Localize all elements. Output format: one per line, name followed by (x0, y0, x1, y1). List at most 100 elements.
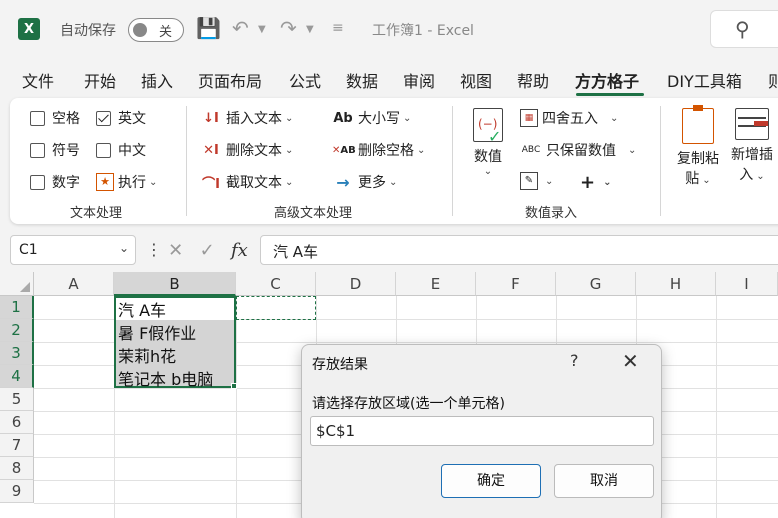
plus-button[interactable]: + ⌄ (580, 172, 611, 193)
tab-file[interactable]: 文件 (22, 68, 54, 92)
tab-diy-toolbox[interactable]: DIY工具箱 (667, 68, 742, 92)
tab-home[interactable]: 开始 (84, 68, 116, 92)
search-icon: ⚲ (735, 17, 750, 41)
row-header-4[interactable]: 4 (0, 365, 34, 388)
clipboard-icon (682, 105, 714, 144)
row-header-1[interactable]: 1 (0, 296, 34, 319)
case-label: 大小写 (358, 111, 400, 127)
tab-page-layout[interactable]: 页面布局 (198, 68, 262, 92)
tab-view[interactable]: 视图 (460, 68, 492, 92)
more-label: 更多 (358, 175, 386, 191)
chevron-down-icon: ⌄ (403, 112, 412, 124)
checkbox-symbol[interactable]: 符号 (30, 140, 80, 160)
execute-button[interactable]: ★ 执行 ⌄ (96, 172, 157, 192)
group-separator (186, 106, 187, 216)
new-insert-button[interactable]: 新增插 入 ⌄ (726, 108, 778, 184)
extract-text-label: 截取文本 (226, 175, 282, 191)
delete-text-label: 删除文本 (226, 143, 282, 159)
column-header-f[interactable]: F (476, 272, 556, 296)
insert-text-button[interactable]: ↓I 插入文本 ⌄ (200, 108, 293, 128)
cell-b1[interactable]: 汽 A车 (118, 297, 166, 321)
chevron-down-icon: ⌄ (545, 175, 554, 187)
formula-value: 汽 A车 (273, 243, 319, 261)
redo-icon[interactable]: ↷ (280, 16, 297, 40)
row-header-5[interactable]: 5 (0, 388, 34, 411)
insert-function-icon[interactable]: fx (231, 240, 248, 261)
tab-review[interactable]: 审阅 (403, 68, 435, 92)
delete-text-button[interactable]: ✕I 删除文本 ⌄ (200, 140, 293, 160)
tab-insert[interactable]: 插入 (141, 68, 173, 92)
ribbon-tabs: 文件 开始 插入 页面布局 公式 数据 审阅 视图 帮助 方方格子 DIY工具箱… (0, 60, 778, 96)
row-header-3[interactable]: 3 (0, 342, 34, 365)
undo-dropdown-icon[interactable]: ▼ (258, 24, 266, 35)
cancel-button[interactable]: 取消 (554, 464, 654, 498)
select-all-icon (20, 282, 30, 292)
checkbox-space[interactable]: 空格 (30, 108, 80, 128)
chevron-down-icon: ⌄ (483, 166, 493, 177)
cancel-icon[interactable]: ✕ (168, 240, 183, 261)
save-icon[interactable]: 💾 (196, 16, 221, 40)
name-box[interactable]: C1 ⌄ (10, 235, 136, 265)
fill-handle[interactable] (231, 383, 237, 389)
customize-toolbar-icon[interactable]: ≡ (332, 20, 344, 36)
round-button[interactable]: ▦ 四舍五入 ⌄ (520, 108, 618, 128)
extract-text-button[interactable]: ⌒I 截取文本 ⌄ (200, 172, 293, 192)
checkbox-number[interactable]: 数字 (30, 172, 80, 192)
edit-cell-button[interactable]: ✎ ⌄ (520, 172, 553, 190)
tab-data[interactable]: 数据 (346, 68, 378, 92)
tab-fangfanggezi[interactable]: 方方格子 (575, 68, 639, 92)
column-header-d[interactable]: D (316, 272, 396, 296)
ok-button[interactable]: 确定 (441, 464, 541, 498)
checkbox-english[interactable]: 英文 (96, 108, 146, 128)
cell-b4[interactable]: 笔记本 b电脑 (118, 366, 213, 390)
grid-line (716, 296, 717, 518)
column-header-i[interactable]: I (716, 272, 778, 296)
value-button[interactable]: (−) ✓ 数值 ⌄ (468, 108, 508, 177)
cell-b2[interactable]: 暑 F假作业 (118, 320, 196, 344)
group-label-numeric-entry: 数值录入 (525, 206, 578, 221)
row-header-8[interactable]: 8 (0, 457, 34, 480)
checkbox-chinese-label: 中文 (118, 143, 146, 159)
column-header-g[interactable]: G (556, 272, 636, 296)
group-separator (660, 106, 661, 216)
group-label-advanced-text: 高级文本处理 (274, 206, 353, 221)
confirm-icon[interactable]: ✓ (200, 240, 215, 261)
formula-input[interactable]: 汽 A车 (260, 235, 778, 265)
checkbox-english-label: 英文 (118, 111, 146, 127)
more-button[interactable]: → 更多 ⌄ (332, 172, 397, 192)
chevron-down-icon[interactable]: ⌄ (119, 241, 129, 255)
column-header-c[interactable]: C (236, 272, 316, 296)
column-header-a[interactable]: A (34, 272, 114, 296)
row-header-7[interactable]: 7 (0, 434, 34, 457)
column-header-e[interactable]: E (396, 272, 476, 296)
autosave-toggle[interactable]: 关 (128, 18, 184, 42)
column-header-h[interactable]: H (636, 272, 716, 296)
tab-help[interactable]: 帮助 (517, 68, 549, 92)
table-insert-icon (735, 108, 769, 140)
chevron-down-icon: ⌄ (389, 176, 398, 188)
round-icon: ▦ (520, 109, 538, 127)
cell-b3[interactable]: 茉莉h花 (118, 343, 176, 367)
case-button[interactable]: Ab 大小写 ⌄ (332, 108, 411, 128)
select-all-button[interactable] (0, 272, 34, 296)
search-box[interactable]: ⚲ (710, 10, 778, 48)
undo-icon[interactable]: ↶ (232, 16, 249, 40)
close-icon[interactable]: ✕ (622, 349, 639, 373)
delete-space-button[interactable]: ✕AB 删除空格 ⌄ (332, 140, 425, 160)
chevron-down-icon: ⌄ (610, 112, 619, 124)
tab-formulas[interactable]: 公式 (289, 68, 321, 92)
row-header-6[interactable]: 6 (0, 411, 34, 434)
row-header-2[interactable]: 2 (0, 319, 34, 342)
tab-overflow[interactable]: 则 (768, 68, 778, 92)
chevron-down-icon: ⌄ (285, 176, 294, 188)
copy-paste-label-2: 贴 ⌄ (685, 171, 711, 187)
chevron-down-icon: ⌄ (285, 112, 294, 124)
checkbox-chinese[interactable]: 中文 (96, 140, 146, 160)
copy-paste-button[interactable]: 复制粘 贴 ⌄ (672, 105, 724, 188)
help-icon[interactable]: ? (570, 351, 579, 370)
keep-values-button[interactable]: ABC 只保留数值 ⌄ (520, 140, 637, 160)
row-header-9[interactable]: 9 (0, 480, 34, 503)
range-input[interactable]: $C$1 (310, 416, 654, 446)
redo-dropdown-icon[interactable]: ▼ (306, 24, 314, 35)
column-header-b[interactable]: B (114, 272, 236, 296)
